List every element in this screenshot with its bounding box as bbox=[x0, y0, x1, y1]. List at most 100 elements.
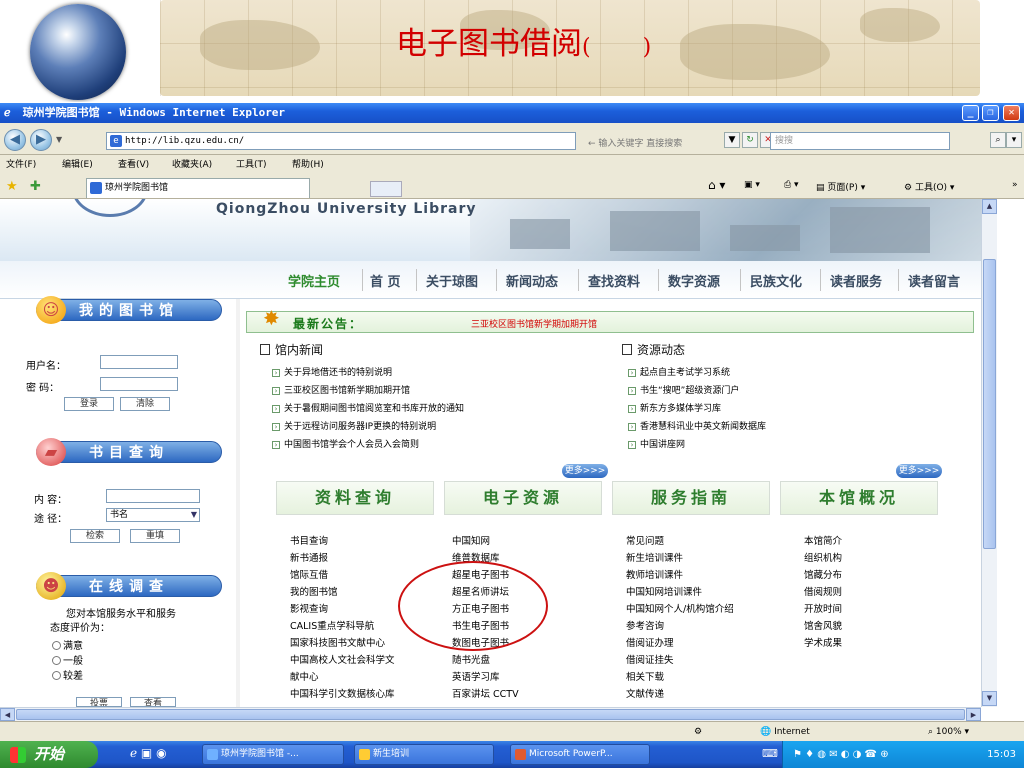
vote-button[interactable]: 投票 bbox=[76, 697, 122, 707]
menu-edit[interactable]: 编辑(E) bbox=[62, 155, 93, 175]
print-icon[interactable]: ⎙ ▾ bbox=[784, 180, 799, 190]
list-item[interactable]: 馆藏分布 bbox=[804, 567, 842, 581]
news-item[interactable]: › 中国图书馆学会个人会员入会简则 bbox=[272, 437, 419, 450]
survey-option-average[interactable]: 一般 bbox=[52, 652, 83, 667]
back-button[interactable]: ◀ bbox=[4, 129, 26, 151]
list-item[interactable]: 中国科学引文数据核心库 bbox=[290, 686, 395, 700]
toolbar-overflow-icon[interactable]: » bbox=[1012, 180, 1018, 190]
password-input[interactable] bbox=[100, 377, 178, 391]
username-input[interactable] bbox=[100, 355, 178, 369]
catalog-reset-button[interactable]: 重填 bbox=[130, 529, 180, 543]
resource-item[interactable]: › 起点自主考试学习系统 bbox=[628, 365, 730, 378]
nav-news[interactable]: 新闻动态 bbox=[506, 271, 558, 290]
search-icon[interactable]: ⌕ bbox=[990, 132, 1006, 148]
nav-digital-resources[interactable]: 数字资源 bbox=[668, 271, 720, 290]
list-item[interactable]: 文献传递 bbox=[626, 686, 664, 700]
add-favorite-icon[interactable]: ✚ bbox=[30, 179, 41, 194]
minimize-button[interactable]: _ bbox=[962, 105, 979, 121]
address-input[interactable]: e http://lib.qzu.edu.cn/ bbox=[106, 132, 576, 150]
list-item[interactable]: 新生培训课件 bbox=[626, 550, 683, 564]
maximize-button[interactable]: ❐ bbox=[982, 105, 999, 121]
menu-tools[interactable]: 工具(T) bbox=[236, 155, 267, 175]
tab-library[interactable]: 琼州学院图书馆 bbox=[86, 178, 310, 198]
taskbar-item-browser[interactable]: 琼州学院图书馆 -... bbox=[202, 744, 344, 765]
list-item[interactable]: 馆际互借 bbox=[290, 567, 328, 581]
login-button[interactable]: 登录 bbox=[64, 397, 114, 411]
list-item[interactable]: 书目查询 bbox=[290, 533, 328, 547]
news-item[interactable]: › 关于暑假期间图书馆阅览室和书库开放的通知 bbox=[272, 401, 464, 414]
list-item[interactable]: 我的图书馆 bbox=[290, 584, 338, 598]
nav-reader-services[interactable]: 读者服务 bbox=[830, 271, 882, 290]
zone-indicator[interactable]: 🌐 Internet bbox=[760, 722, 810, 742]
nav-college-home[interactable]: 学院主页 bbox=[288, 271, 340, 290]
scroll-down-icon[interactable]: ▼ bbox=[982, 691, 997, 706]
list-item[interactable]: 组织机构 bbox=[804, 550, 842, 564]
list-item[interactable]: 教师培训课件 bbox=[626, 567, 683, 581]
news-more-button[interactable]: 更多>>> bbox=[562, 464, 608, 478]
list-item[interactable]: 参考咨询 bbox=[626, 618, 664, 632]
feeds-icon[interactable]: ▣ ▾ bbox=[744, 180, 760, 190]
vertical-scrollbar[interactable]: ▲ ▼ bbox=[981, 199, 997, 707]
tab-electronic-resources[interactable]: 电子资源 bbox=[444, 481, 602, 515]
list-item[interactable]: 新书通报 bbox=[290, 550, 328, 564]
list-item[interactable]: 借阅证办理 bbox=[626, 635, 674, 649]
list-item[interactable]: 献中心 bbox=[290, 669, 319, 683]
news-item[interactable]: › 三亚校区图书馆新学期加期开馆 bbox=[272, 383, 410, 396]
resource-item[interactable]: › 书生“搜吧”超级资源门户 bbox=[628, 383, 739, 396]
tab-service-guide[interactable]: 服务指南 bbox=[612, 481, 770, 515]
scroll-right-icon[interactable]: ▶ bbox=[966, 708, 981, 721]
list-item[interactable]: 开放时间 bbox=[804, 601, 842, 615]
scroll-left-icon[interactable]: ◀ bbox=[0, 708, 15, 721]
forward-button[interactable]: ▶ bbox=[30, 129, 52, 151]
address-dropdown-icon[interactable]: ▼ bbox=[724, 132, 740, 148]
tab-materials-search[interactable]: 资料查询 bbox=[276, 481, 434, 515]
resource-item[interactable]: › 香港慧科讯业中英文新闻数据库 bbox=[628, 419, 766, 432]
tab-library-overview[interactable]: 本馆概况 bbox=[780, 481, 938, 515]
page-menu[interactable]: ▤ 页面(P) ▾ bbox=[816, 180, 865, 193]
refresh-icon[interactable]: ↻ bbox=[742, 132, 758, 148]
resource-item[interactable]: › 中国讲座网 bbox=[628, 437, 685, 450]
resources-more-button[interactable]: 更多>>> bbox=[896, 464, 942, 478]
menu-help[interactable]: 帮助(H) bbox=[292, 155, 324, 175]
nav-ethnic-culture[interactable]: 民族文化 bbox=[750, 271, 802, 290]
new-tab-button[interactable] bbox=[370, 181, 402, 197]
scroll-up-icon[interactable]: ▲ bbox=[982, 199, 997, 214]
catalog-search-button[interactable]: 检索 bbox=[70, 529, 120, 543]
news-item[interactable]: › 关于异地借还书的特别说明 bbox=[272, 365, 392, 378]
clear-button[interactable]: 清除 bbox=[120, 397, 170, 411]
favorites-star-icon[interactable]: ★ bbox=[6, 179, 18, 194]
list-item[interactable]: 学术成果 bbox=[804, 635, 842, 649]
view-results-button[interactable]: 查看 bbox=[130, 697, 176, 707]
tray-icons[interactable]: ⚑ ♦ ◍ ✉ ◐ ◑ ☎ ⊕ bbox=[793, 749, 889, 760]
scroll-thumb[interactable] bbox=[983, 259, 996, 549]
list-item[interactable]: 随书光盘 bbox=[452, 652, 490, 666]
zoom-control[interactable]: ⌕ 100% ▾ bbox=[928, 722, 969, 742]
search-options-icon[interactable]: ▾ bbox=[1006, 132, 1022, 148]
close-button[interactable]: ✕ bbox=[1003, 105, 1020, 121]
menu-favorites[interactable]: 收藏夹(A) bbox=[172, 155, 212, 175]
list-item[interactable]: 中国知网培训课件 bbox=[626, 584, 702, 598]
news-item[interactable]: › 关于远程访问服务器IP更换的特别说明 bbox=[272, 419, 436, 432]
catalog-content-input[interactable] bbox=[106, 489, 200, 503]
nav-about[interactable]: 关于琼图 bbox=[426, 271, 478, 290]
list-item[interactable]: CALIS重点学科导航 bbox=[290, 618, 374, 632]
tools-menu[interactable]: ⚙ 工具(O) ▾ bbox=[904, 180, 954, 193]
list-item[interactable]: 中国知网个人/机构馆介绍 bbox=[626, 601, 734, 615]
list-item[interactable]: 借阅证挂失 bbox=[626, 652, 674, 666]
list-item[interactable]: 常见问题 bbox=[626, 533, 664, 547]
scroll-thumb[interactable] bbox=[16, 709, 965, 720]
list-item[interactable]: 英语学习库 bbox=[452, 669, 500, 683]
nav-home[interactable]: 首 页 bbox=[370, 271, 401, 290]
list-item[interactable]: 影视查询 bbox=[290, 601, 328, 615]
search-input[interactable]: 搜搜 bbox=[770, 132, 950, 150]
menu-file[interactable]: 文件(F) bbox=[6, 155, 36, 175]
survey-option-poor[interactable]: 较差 bbox=[52, 667, 83, 682]
horizontal-scrollbar[interactable]: ◀ ▶ bbox=[0, 707, 981, 721]
list-item[interactable]: 中国高校人文社会科学文 bbox=[290, 652, 395, 666]
list-item[interactable]: 本馆简介 bbox=[804, 533, 842, 547]
list-item[interactable]: 中国知网 bbox=[452, 533, 490, 547]
start-button[interactable]: 开始 bbox=[0, 741, 98, 768]
keyboard-icon[interactable]: ⌨ bbox=[762, 747, 778, 760]
nav-guestbook[interactable]: 读者留言 bbox=[908, 271, 960, 290]
history-dropdown-icon[interactable]: ▼ bbox=[56, 135, 62, 144]
